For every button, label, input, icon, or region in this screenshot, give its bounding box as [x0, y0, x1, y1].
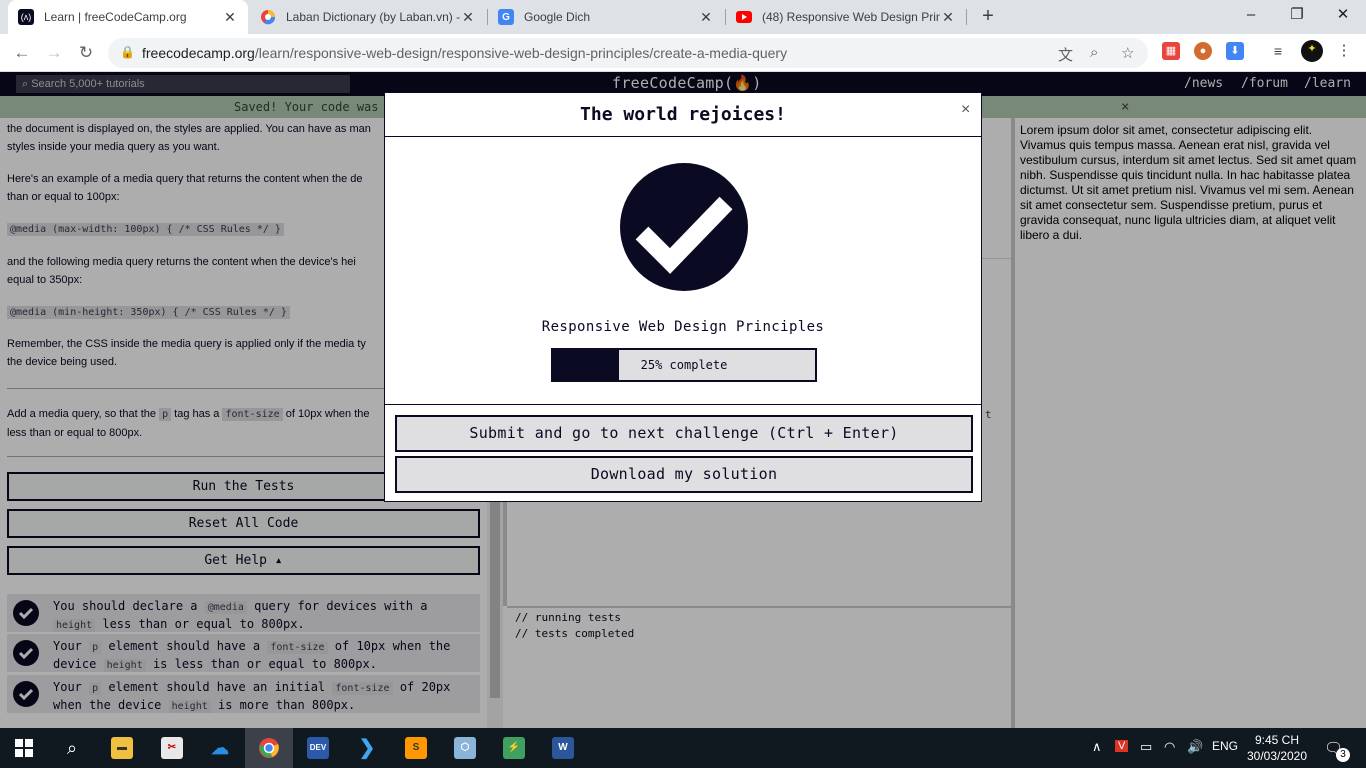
- system-clock[interactable]: 9:45 CH 30/03/2020: [1246, 732, 1308, 764]
- google-translate-icon: G: [498, 9, 514, 25]
- url-path: /learn/responsive-web-design/responsive-…: [254, 45, 788, 61]
- vpn-tray-icon[interactable]: V: [1115, 740, 1129, 752]
- new-tab-button[interactable]: +: [977, 4, 999, 28]
- tab-title: Learn | freeCodeCamp.org: [44, 10, 187, 24]
- input-language[interactable]: ENG: [1212, 739, 1238, 753]
- tab-freecodecamp[interactable]: (ʌ) Learn | freeCodeCamp.org ✕: [8, 0, 248, 34]
- virtualbox-icon[interactable]: ⬡: [441, 728, 489, 768]
- windows-start-icon[interactable]: [0, 728, 48, 768]
- windows-taskbar: ⌕ ▬ ✂ ☁ DEV ❯ S ⬡ ⚡ W ∧ V ▭ ◠ 🔊 ENG 9:45…: [0, 728, 1366, 768]
- sublime-text-icon[interactable]: S: [392, 728, 440, 768]
- microsoft-word-icon[interactable]: W: [539, 728, 587, 768]
- close-icon[interactable]: ✕: [940, 9, 956, 26]
- onedrive-icon[interactable]: ☁: [196, 728, 244, 768]
- success-checkmark-icon: [620, 163, 748, 291]
- chevron-up-icon[interactable]: ∧: [1092, 739, 1102, 755]
- progress-label: 25% complete: [640, 358, 728, 372]
- close-icon[interactable]: ✕: [460, 9, 476, 26]
- close-icon[interactable]: ×: [961, 101, 970, 119]
- profile-avatar[interactable]: ✦: [1301, 40, 1323, 62]
- freecodecamp-favicon-icon: (ʌ): [18, 9, 34, 25]
- tab-title: Google Dich: [524, 10, 591, 24]
- url-host: freecodecamp.org: [142, 45, 255, 61]
- dev-cpp-icon[interactable]: DEV: [294, 728, 342, 768]
- extension-cookie-icon[interactable]: ●: [1194, 42, 1212, 60]
- close-icon[interactable]: ✕: [222, 9, 238, 26]
- clock-time: 9:45 CH: [1254, 733, 1300, 747]
- file-explorer-icon[interactable]: ▬: [98, 728, 146, 768]
- search-icon[interactable]: ⌕: [48, 728, 96, 768]
- media-control-icon[interactable]: ≡: [1269, 42, 1287, 60]
- close-icon[interactable]: ✕: [698, 9, 714, 26]
- tab-separator: [966, 9, 967, 25]
- tab-laban-dictionary[interactable]: Laban Dictionary (by Laban.vn) - ✕: [250, 0, 486, 34]
- extension-save-icon[interactable]: ⬇: [1226, 42, 1244, 60]
- extension-calendar-icon[interactable]: ▦: [1162, 42, 1180, 60]
- translate-icon[interactable]: 文: [1058, 44, 1073, 65]
- tab-youtube[interactable]: (48) Responsive Web Design Prin ✕: [726, 0, 966, 34]
- battery-icon[interactable]: ▭: [1140, 739, 1152, 755]
- tab-title: Laban Dictionary (by Laban.vn) -: [286, 10, 460, 24]
- chrome-taskbar-icon[interactable]: [245, 728, 293, 768]
- superblock-title: Responsive Web Design Principles: [541, 319, 825, 335]
- browser-tab-strip: (ʌ) Learn | freeCodeCamp.org ✕ Laban Dic…: [0, 0, 1366, 34]
- tab-title: (48) Responsive Web Design Prin: [762, 10, 940, 24]
- notification-count-badge: 3: [1336, 748, 1350, 762]
- wifi-icon[interactable]: ◠: [1164, 739, 1175, 755]
- vscode-icon[interactable]: ❯: [343, 728, 391, 768]
- app-icon[interactable]: ⚡: [490, 728, 538, 768]
- clock-date: 30/03/2020: [1246, 749, 1308, 763]
- tab-google-dich[interactable]: G Google Dich ✕: [488, 0, 724, 34]
- progress-bar: 25% complete: [551, 348, 817, 382]
- divider: [385, 404, 981, 405]
- close-window-button[interactable]: ✕: [1320, 0, 1366, 30]
- download-solution-button[interactable]: Download my solution: [395, 456, 973, 493]
- laban-favicon-icon: [260, 9, 276, 25]
- zoom-icon[interactable]: ⌕: [1090, 44, 1098, 61]
- challenge-complete-modal: The world rejoices! × Responsive Web Des…: [384, 92, 982, 502]
- snipping-tool-icon[interactable]: ✂: [148, 728, 196, 768]
- modal-title: The world rejoices!: [385, 93, 981, 137]
- back-arrow-icon[interactable]: ←: [8, 39, 36, 67]
- bookmark-star-icon[interactable]: ☆: [1121, 44, 1134, 62]
- address-bar[interactable]: 🔒 freecodecamp.org/learn/responsive-web-…: [108, 38, 1148, 68]
- lock-icon: 🔒: [120, 45, 135, 59]
- reload-icon[interactable]: ↻: [72, 39, 100, 67]
- url-text: freecodecamp.org/learn/responsive-web-de…: [142, 45, 787, 61]
- chrome-menu-icon[interactable]: ⋮: [1335, 42, 1353, 60]
- browser-toolbar: ← → ↻ 🔒 freecodecamp.org/learn/responsiv…: [0, 34, 1366, 72]
- submit-next-challenge-button[interactable]: Submit and go to next challenge (Ctrl + …: [395, 415, 973, 452]
- forward-arrow-icon[interactable]: →: [40, 39, 68, 67]
- restore-button[interactable]: ❐: [1274, 0, 1320, 30]
- minimize-button[interactable]: –: [1228, 0, 1274, 30]
- youtube-icon: [736, 9, 752, 25]
- volume-icon[interactable]: 🔊: [1187, 739, 1203, 755]
